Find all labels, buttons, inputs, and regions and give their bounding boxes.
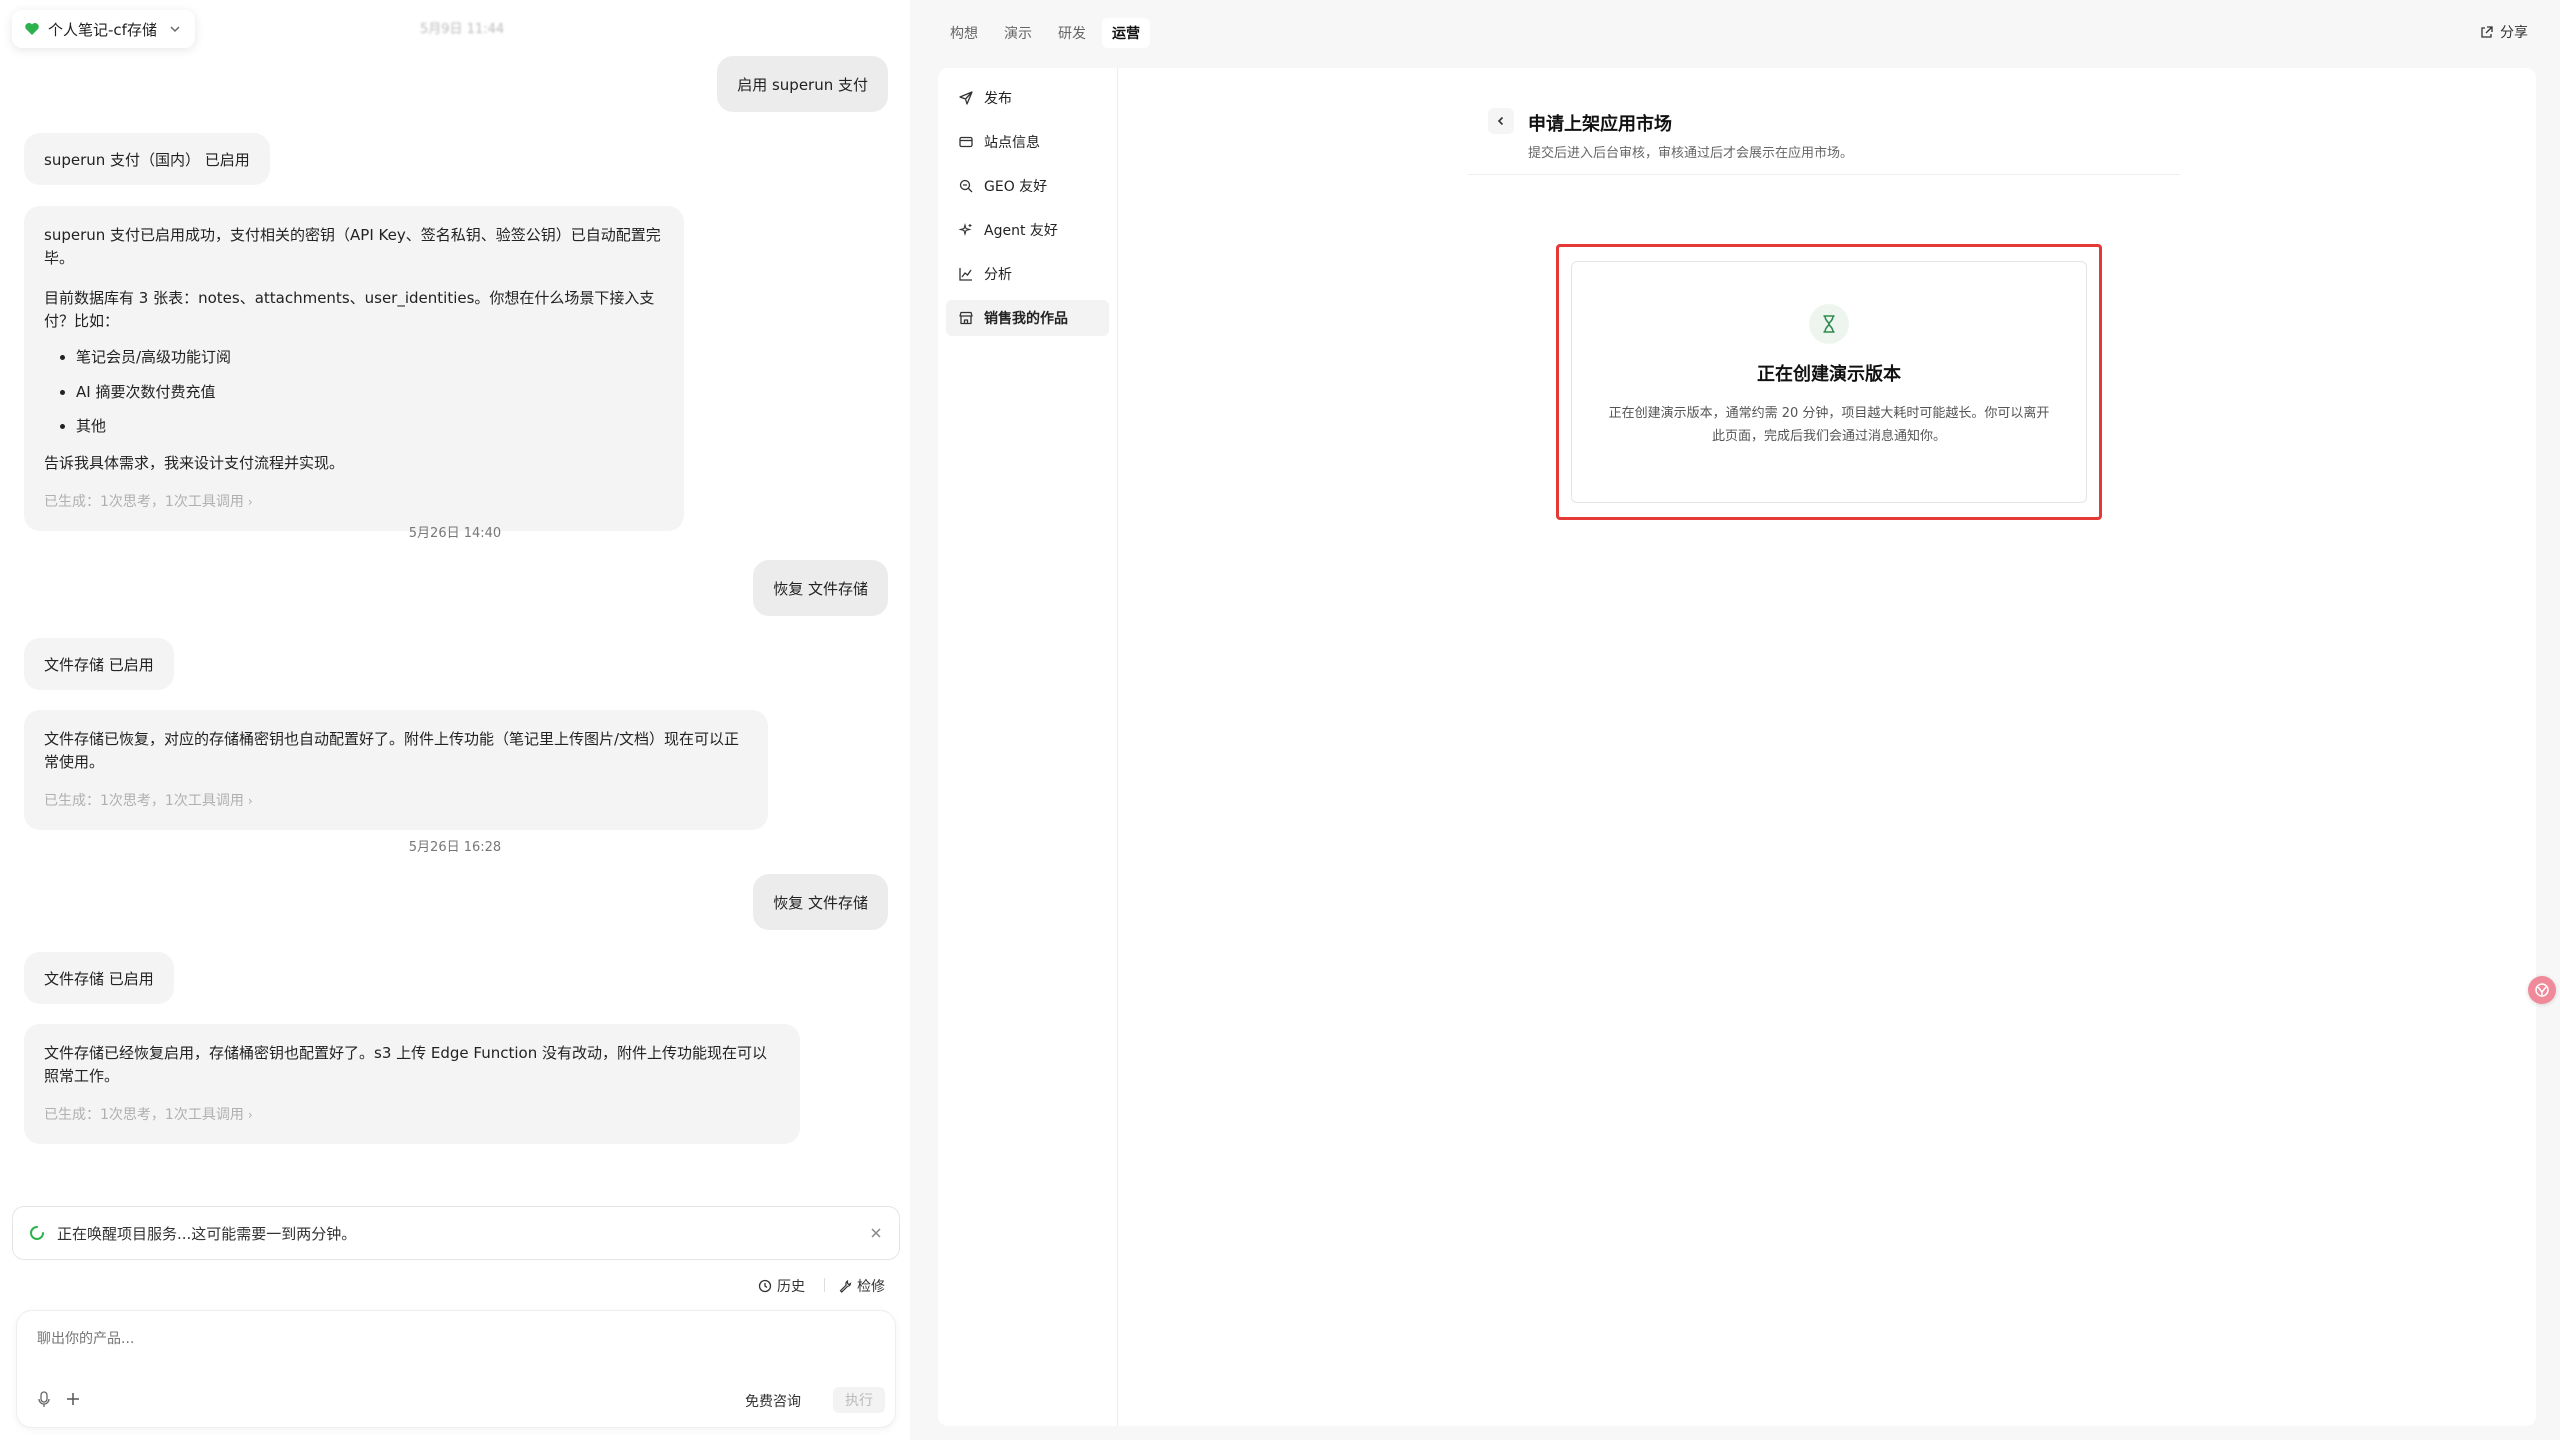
execute-button[interactable]: 执行 (833, 1387, 885, 1413)
wrench-icon (838, 1279, 852, 1293)
share-label: 分享 (2500, 25, 2528, 41)
wakeup-status-notice: 正在唤醒项目服务...这可能需要一到两分钟。 (12, 1206, 900, 1260)
top-timestamp: 5月9日 11:44 (420, 22, 505, 37)
sidebar-item-geo[interactable]: GEO 友好 (946, 168, 1109, 204)
toolbar-divider (824, 1278, 825, 1292)
sidebar-item-site-info[interactable]: 站点信息 (946, 124, 1109, 160)
ai-message: 文件存储已恢复，对应的存储桶密钥也自动配置好了。附件上传功能（笔记里上传图片/文… (24, 710, 768, 830)
chat-composer: 免费咨询 执行 (16, 1310, 896, 1428)
tab-demo[interactable]: 演示 (994, 18, 1042, 48)
share-icon (2479, 25, 2494, 40)
store-icon (958, 310, 974, 326)
hourglass-icon (1820, 314, 1838, 334)
ai-message-text: 文件存储已经恢复启用，存储桶密钥也配置好了。s3 上传 Edge Functio… (44, 1044, 767, 1085)
sidebar-item-agent[interactable]: Agent 友好 (946, 212, 1109, 248)
top-tabs: 构想 演示 研发 运营 (940, 18, 1150, 48)
sidebar-item-analytics[interactable]: 分析 (946, 256, 1109, 292)
sidebar-item-publish[interactable]: 发布 (946, 80, 1109, 116)
project-selector[interactable]: 个人笔记-cf存储 (12, 10, 195, 48)
repair-button[interactable]: 检修 (838, 1276, 885, 1296)
sidebar-item-label: GEO 友好 (984, 179, 1048, 195)
card-icon (958, 134, 974, 150)
microphone-icon[interactable] (37, 1391, 51, 1409)
generation-meta[interactable]: 已生成：1次思考，1次工具调用 › (44, 492, 664, 513)
system-message: superun 支付（国内） 已启用 (24, 133, 270, 185)
ai-message-text: superun 支付已启用成功，支付相关的密钥（API Key、签名私钥、验签公… (44, 226, 661, 267)
floating-assistant-icon[interactable] (2528, 976, 2556, 1004)
header-divider (1468, 174, 2180, 175)
list-item: 笔记会员/高级功能订阅 (76, 346, 664, 369)
chevron-down-icon (169, 23, 181, 35)
operations-panel: 发布 站点信息 GEO 友好 Agent 友好 分析 销售我的作品 申请上架应用… (938, 68, 2536, 1426)
heart-icon (24, 21, 40, 37)
sidebar-item-label: 销售我的作品 (984, 311, 1068, 327)
close-icon[interactable] (869, 1226, 883, 1240)
free-consult-button[interactable]: 免费咨询 (745, 1391, 801, 1411)
generation-meta-label: 已生成：1次思考，1次工具调用 (44, 494, 244, 510)
generation-meta-label: 已生成：1次思考，1次工具调用 (44, 793, 244, 809)
generation-meta[interactable]: 已生成：1次思考，1次工具调用 › (44, 791, 748, 812)
ai-message: superun 支付已启用成功，支付相关的密钥（API Key、签名私钥、验签公… (24, 206, 684, 531)
share-button[interactable]: 分享 (2479, 22, 2528, 42)
system-message: 文件存储 已启用 (24, 952, 174, 1004)
sparkle-icon (958, 222, 974, 238)
list-item: AI 摘要次数付费充值 (76, 381, 664, 404)
status-title: 正在创建演示版本 (1757, 364, 1901, 385)
history-button[interactable]: 历史 (758, 1276, 805, 1296)
ai-message-list: 笔记会员/高级功能订阅 AI 摘要次数付费充值 其他 (76, 346, 664, 438)
tab-ideation[interactable]: 构想 (940, 18, 988, 48)
repair-label: 检修 (857, 1279, 885, 1295)
operations-sidebar: 发布 站点信息 GEO 友好 Agent 友好 分析 销售我的作品 (938, 68, 1118, 1426)
user-message: 恢复 文件存储 (753, 560, 888, 616)
search-zoom-icon (958, 178, 974, 194)
system-message: 文件存储 已启用 (24, 638, 174, 690)
sidebar-item-sell-my-work[interactable]: 销售我的作品 (946, 300, 1109, 336)
sidebar-item-label: 发布 (984, 91, 1012, 107)
generation-meta-label: 已生成：1次思考，1次工具调用 (44, 1107, 244, 1123)
hourglass-badge (1809, 304, 1849, 344)
chat-input[interactable] (37, 1331, 837, 1347)
chat-panel: 个人笔记-cf存储 5月9日 11:44 启用 superun 支付 super… (0, 0, 910, 1440)
tab-development[interactable]: 研发 (1048, 18, 1096, 48)
demo-build-status-card: 正在创建演示版本 正在创建演示版本，通常约需 20 分钟，项目越大耗时可能越长。… (1571, 261, 2087, 503)
ai-message: 文件存储已经恢复启用，存储桶密钥也配置好了。s3 上传 Edge Functio… (24, 1024, 800, 1144)
highlight-frame: 正在创建演示版本 正在创建演示版本，通常约需 20 分钟，项目越大耗时可能越长。… (1556, 244, 2102, 520)
back-arrow-icon[interactable] (1488, 108, 1514, 134)
ai-message-text: 告诉我具体需求，我来设计支付流程并实现。 (44, 453, 345, 472)
user-message: 启用 superun 支付 (717, 56, 888, 112)
send-icon (958, 90, 974, 106)
tab-operations[interactable]: 运营 (1102, 18, 1150, 48)
page-title: 申请上架应用市场 (1528, 114, 1672, 135)
history-label: 历史 (777, 1279, 805, 1295)
sidebar-item-label: 站点信息 (984, 135, 1040, 151)
sidebar-item-label: Agent 友好 (984, 223, 1058, 239)
plus-icon[interactable] (65, 1391, 81, 1407)
chart-icon (958, 266, 974, 282)
generation-meta[interactable]: 已生成：1次思考，1次工具调用 › (44, 1105, 780, 1126)
status-notice-text: 正在唤醒项目服务...这可能需要一到两分钟。 (57, 1224, 357, 1243)
status-description: 正在创建演示版本，通常约需 20 分钟，项目越大耗时可能越长。你可以离开此页面，… (1608, 406, 2050, 445)
ai-message-text: 文件存储已恢复，对应的存储桶密钥也自动配置好了。附件上传功能（笔记里上传图片/文… (44, 730, 740, 771)
chevron-right-icon: › (247, 1108, 253, 1122)
ai-message-text: 目前数据库有 3 张表：notes、attachments、user_ident… (44, 289, 655, 330)
project-name: 个人笔记-cf存储 (48, 20, 157, 39)
page-subtitle: 提交后进入后台审核，审核通过后才会展示在应用市场。 (1528, 146, 1854, 161)
spinner-icon (29, 1225, 45, 1241)
chevron-right-icon: › (247, 495, 253, 509)
timestamp-divider: 5月26日 16:28 (408, 840, 502, 855)
timestamp-divider: 5月26日 14:40 (408, 526, 502, 541)
clock-icon (758, 1279, 772, 1293)
user-message: 恢复 文件存储 (753, 874, 888, 930)
chevron-right-icon: › (247, 794, 253, 808)
list-item: 其他 (76, 415, 664, 438)
sidebar-item-label: 分析 (984, 267, 1012, 283)
